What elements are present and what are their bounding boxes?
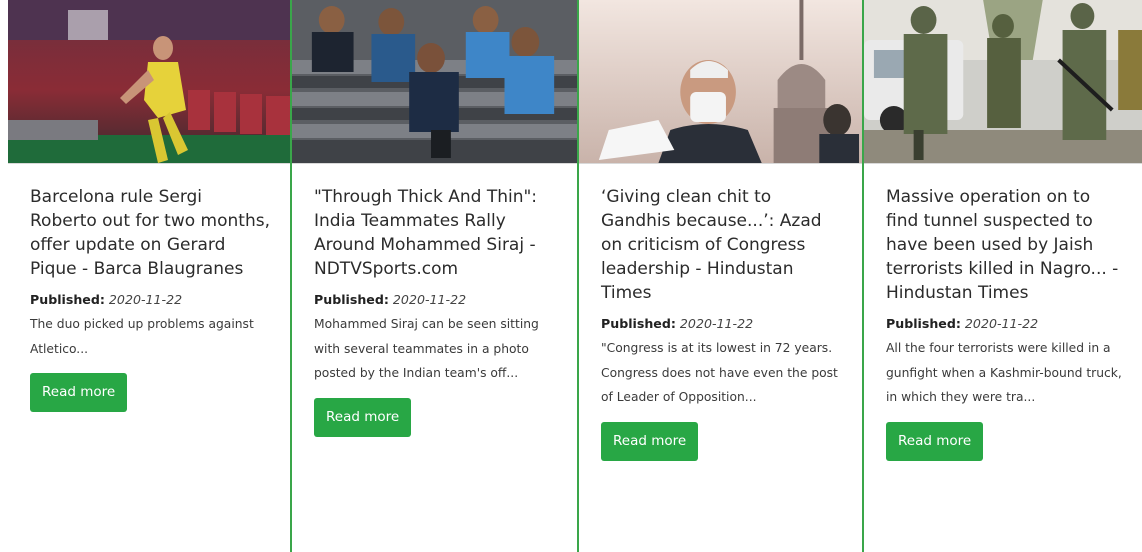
article-title[interactable]: Massive operation on to find tunnel susp… (886, 185, 1124, 305)
news-card: Barcelona rule Sergi Roberto out for two… (8, 0, 290, 552)
published-label: Published: (886, 316, 961, 331)
published-line: Published: 2020-11-22 (30, 291, 270, 309)
news-card: ‘Giving clean chit to Gandhis because...… (577, 0, 862, 552)
read-more-button[interactable]: Read more (601, 421, 699, 461)
published-line: Published: 2020-11-22 (314, 291, 559, 309)
article-title[interactable]: ‘Giving clean chit to Gandhis because...… (601, 185, 844, 305)
published-label: Published: (314, 292, 389, 307)
article-description: Mohammed Siraj can be seen sitting with … (314, 317, 539, 380)
read-more-button[interactable]: Read more (314, 397, 412, 437)
published-line: Published: 2020-11-22 (601, 315, 844, 333)
published-date: 2020-11-22 (108, 292, 183, 307)
news-card-image[interactable] (292, 0, 577, 164)
published-label: Published: (601, 316, 676, 331)
news-card: "Through Thick And Thin": India Teammate… (290, 0, 577, 552)
published-date: 2020-11-22 (679, 316, 754, 331)
published-line: Published: 2020-11-22 (886, 315, 1124, 333)
article-description: The duo picked up problems against Atlet… (30, 317, 254, 356)
news-card-grid: Barcelona rule Sergi Roberto out for two… (0, 0, 1142, 552)
read-more-button[interactable]: Read more (886, 421, 984, 461)
news-card-image[interactable] (579, 0, 862, 164)
news-card-image[interactable] (8, 0, 290, 164)
read-more-button[interactable]: Read more (30, 373, 128, 412)
article-description: All the four terrorists were killed in a… (886, 341, 1122, 404)
published-label: Published: (30, 292, 105, 307)
news-card-image[interactable] (864, 0, 1142, 164)
article-description: "Congress is at its lowest in 72 years. … (601, 341, 838, 404)
article-title[interactable]: "Through Thick And Thin": India Teammate… (314, 185, 559, 281)
published-date: 2020-11-22 (964, 316, 1039, 331)
published-date: 2020-11-22 (392, 292, 467, 307)
news-card: Massive operation on to find tunnel susp… (862, 0, 1142, 552)
article-title[interactable]: Barcelona rule Sergi Roberto out for two… (30, 185, 270, 281)
